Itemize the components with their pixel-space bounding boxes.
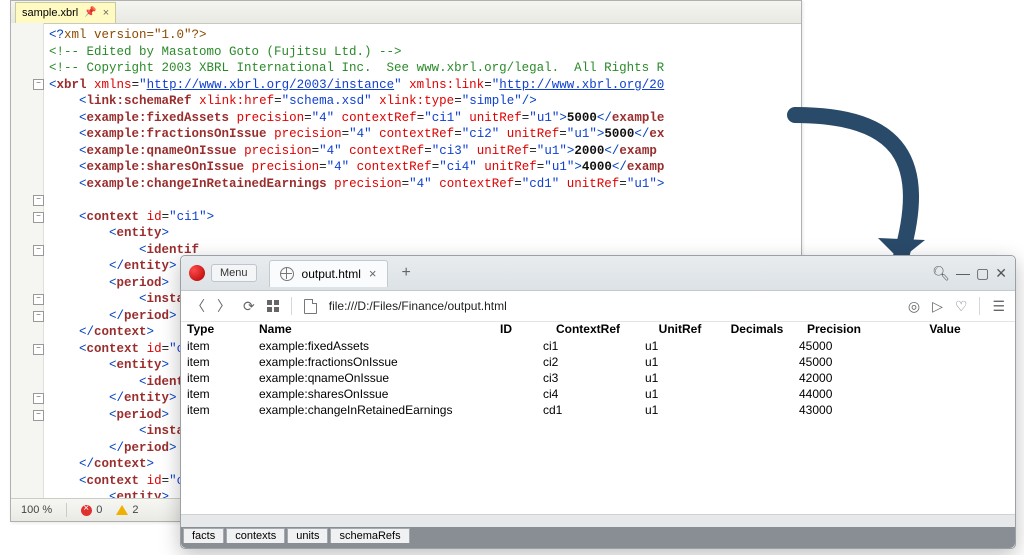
pin-icon[interactable]: 📌 bbox=[84, 3, 96, 23]
browser-window: Menu output.html × + 🔍︎ — ▢ ✕ 〈 〉 ⟳ file… bbox=[180, 255, 1016, 549]
minimize-icon[interactable]: — bbox=[956, 265, 970, 281]
warning-icon bbox=[116, 505, 128, 515]
browser-bottom-tabs: factscontextsunitsschemaRefs bbox=[181, 526, 1015, 548]
cell-unitref: u1 bbox=[639, 370, 721, 386]
table-header-row: Type Name ID ContextRef UnitRef Decimals… bbox=[181, 320, 1015, 338]
cell-unitref: u1 bbox=[639, 354, 721, 370]
zoom-level[interactable]: 100 % bbox=[21, 504, 52, 516]
cell-type: item bbox=[181, 386, 253, 402]
ide-tab-sample[interactable]: sample.xbrl 📌 × bbox=[15, 2, 116, 23]
cell-unitref: u1 bbox=[639, 402, 721, 418]
code-comment: <!-- Edited by Masatomo Goto (Fujitsu Lt… bbox=[49, 45, 402, 59]
forward-icon[interactable]: 〉 bbox=[217, 296, 231, 316]
col-value: Value bbox=[875, 320, 1015, 338]
error-count[interactable]: 0 bbox=[81, 504, 102, 516]
table-row[interactable]: itemexample:qnameOnIssue ci3u1 42000 bbox=[181, 370, 1015, 386]
cell-type: item bbox=[181, 354, 253, 370]
cell-id bbox=[475, 370, 537, 386]
code-line: xml version="1.0"?> bbox=[64, 28, 207, 42]
table-row[interactable]: itemexample:fractionsOnIssue ci2u1 45000 bbox=[181, 354, 1015, 370]
menu-button[interactable]: Menu bbox=[211, 264, 257, 282]
cell-precision: 42000 bbox=[793, 370, 875, 386]
new-tab-button[interactable]: + bbox=[402, 264, 411, 282]
cell-contextref: ci1 bbox=[537, 338, 639, 354]
close-icon[interactable]: ✕ bbox=[995, 265, 1007, 282]
reload-icon[interactable]: ⟳ bbox=[243, 298, 255, 315]
bottom-tab-units[interactable]: units bbox=[287, 528, 328, 543]
col-decimals: Decimals bbox=[721, 320, 793, 338]
ide-tabbar: sample.xbrl 📌 × bbox=[11, 1, 801, 24]
cell-name: example:fractionsOnIssue bbox=[253, 354, 475, 370]
cell-value bbox=[875, 354, 1015, 370]
send-icon[interactable]: ▷ bbox=[932, 298, 943, 315]
snapshot-icon[interactable]: ◎ bbox=[908, 298, 920, 315]
cell-precision: 43000 bbox=[793, 402, 875, 418]
browser-tab-title: output.html bbox=[302, 267, 361, 281]
cell-decimals bbox=[721, 402, 793, 418]
opera-icon bbox=[189, 265, 205, 281]
cell-type: item bbox=[181, 402, 253, 418]
ide-tab-label: sample.xbrl bbox=[22, 3, 78, 23]
cell-type: item bbox=[181, 370, 253, 386]
heart-icon[interactable]: ♡ bbox=[955, 298, 968, 315]
cell-precision: 44000 bbox=[793, 386, 875, 402]
cell-decimals bbox=[721, 370, 793, 386]
ide-gutter: − − − − − − − − − bbox=[11, 23, 44, 499]
cell-contextref: ci3 bbox=[537, 370, 639, 386]
browser-navbar: 〈 〉 ⟳ file:///D:/Files/Finance/output.ht… bbox=[181, 291, 1015, 322]
speed-dial-icon[interactable] bbox=[267, 300, 279, 312]
col-contextref: ContextRef bbox=[537, 320, 639, 338]
cell-unitref: u1 bbox=[639, 386, 721, 402]
col-unitref: UnitRef bbox=[639, 320, 721, 338]
col-name: Name bbox=[253, 320, 475, 338]
tab-close-icon[interactable]: × bbox=[369, 266, 377, 281]
cell-precision: 45000 bbox=[793, 354, 875, 370]
settings-icon[interactable]: ☰ bbox=[992, 298, 1005, 315]
cell-id bbox=[475, 402, 537, 418]
cell-id bbox=[475, 386, 537, 402]
page-icon bbox=[304, 299, 317, 314]
globe-icon bbox=[280, 267, 294, 281]
maximize-icon[interactable]: ▢ bbox=[976, 265, 989, 282]
error-icon bbox=[81, 505, 92, 516]
search-icon[interactable]: 🔍︎ bbox=[932, 265, 950, 282]
bottom-tab-schemaRefs[interactable]: schemaRefs bbox=[330, 528, 409, 543]
browser-tab[interactable]: output.html × bbox=[269, 260, 388, 287]
warning-count[interactable]: 2 bbox=[116, 504, 138, 516]
cell-value bbox=[875, 338, 1015, 354]
cell-name: example:sharesOnIssue bbox=[253, 386, 475, 402]
cell-id bbox=[475, 338, 537, 354]
cell-value bbox=[875, 370, 1015, 386]
bottom-tab-facts[interactable]: facts bbox=[183, 528, 224, 543]
col-id: ID bbox=[475, 320, 537, 338]
table-row[interactable]: itemexample:sharesOnIssue ci4u1 44000 bbox=[181, 386, 1015, 402]
cell-decimals bbox=[721, 354, 793, 370]
back-icon[interactable]: 〈 bbox=[191, 296, 205, 316]
col-precision: Precision bbox=[793, 320, 875, 338]
browser-titlebar: Menu output.html × + 🔍︎ — ▢ ✕ bbox=[181, 256, 1015, 291]
cell-value bbox=[875, 386, 1015, 402]
cell-decimals bbox=[721, 338, 793, 354]
bottom-tab-contexts[interactable]: contexts bbox=[226, 528, 285, 543]
cell-precision: 45000 bbox=[793, 338, 875, 354]
cell-contextref: ci4 bbox=[537, 386, 639, 402]
address-bar[interactable]: file:///D:/Files/Finance/output.html bbox=[329, 299, 896, 313]
col-type: Type bbox=[181, 320, 253, 338]
browser-content: Type Name ID ContextRef UnitRef Decimals… bbox=[181, 320, 1015, 526]
horizontal-scrollbar[interactable] bbox=[181, 514, 1015, 527]
cell-contextref: ci2 bbox=[537, 354, 639, 370]
cell-type: item bbox=[181, 338, 253, 354]
cell-name: example:fixedAssets bbox=[253, 338, 475, 354]
cell-contextref: cd1 bbox=[537, 402, 639, 418]
cell-name: example:changeInRetainedEarnings bbox=[253, 402, 475, 418]
close-icon[interactable]: × bbox=[103, 3, 109, 23]
cell-name: example:qnameOnIssue bbox=[253, 370, 475, 386]
table-row[interactable]: itemexample:fixedAssets ci1u1 45000 bbox=[181, 338, 1015, 354]
cell-decimals bbox=[721, 386, 793, 402]
cell-unitref: u1 bbox=[639, 338, 721, 354]
cell-value bbox=[875, 402, 1015, 418]
cell-id bbox=[475, 354, 537, 370]
table-row[interactable]: itemexample:changeInRetainedEarnings cd1u… bbox=[181, 402, 1015, 418]
facts-table: Type Name ID ContextRef UnitRef Decimals… bbox=[181, 320, 1015, 418]
